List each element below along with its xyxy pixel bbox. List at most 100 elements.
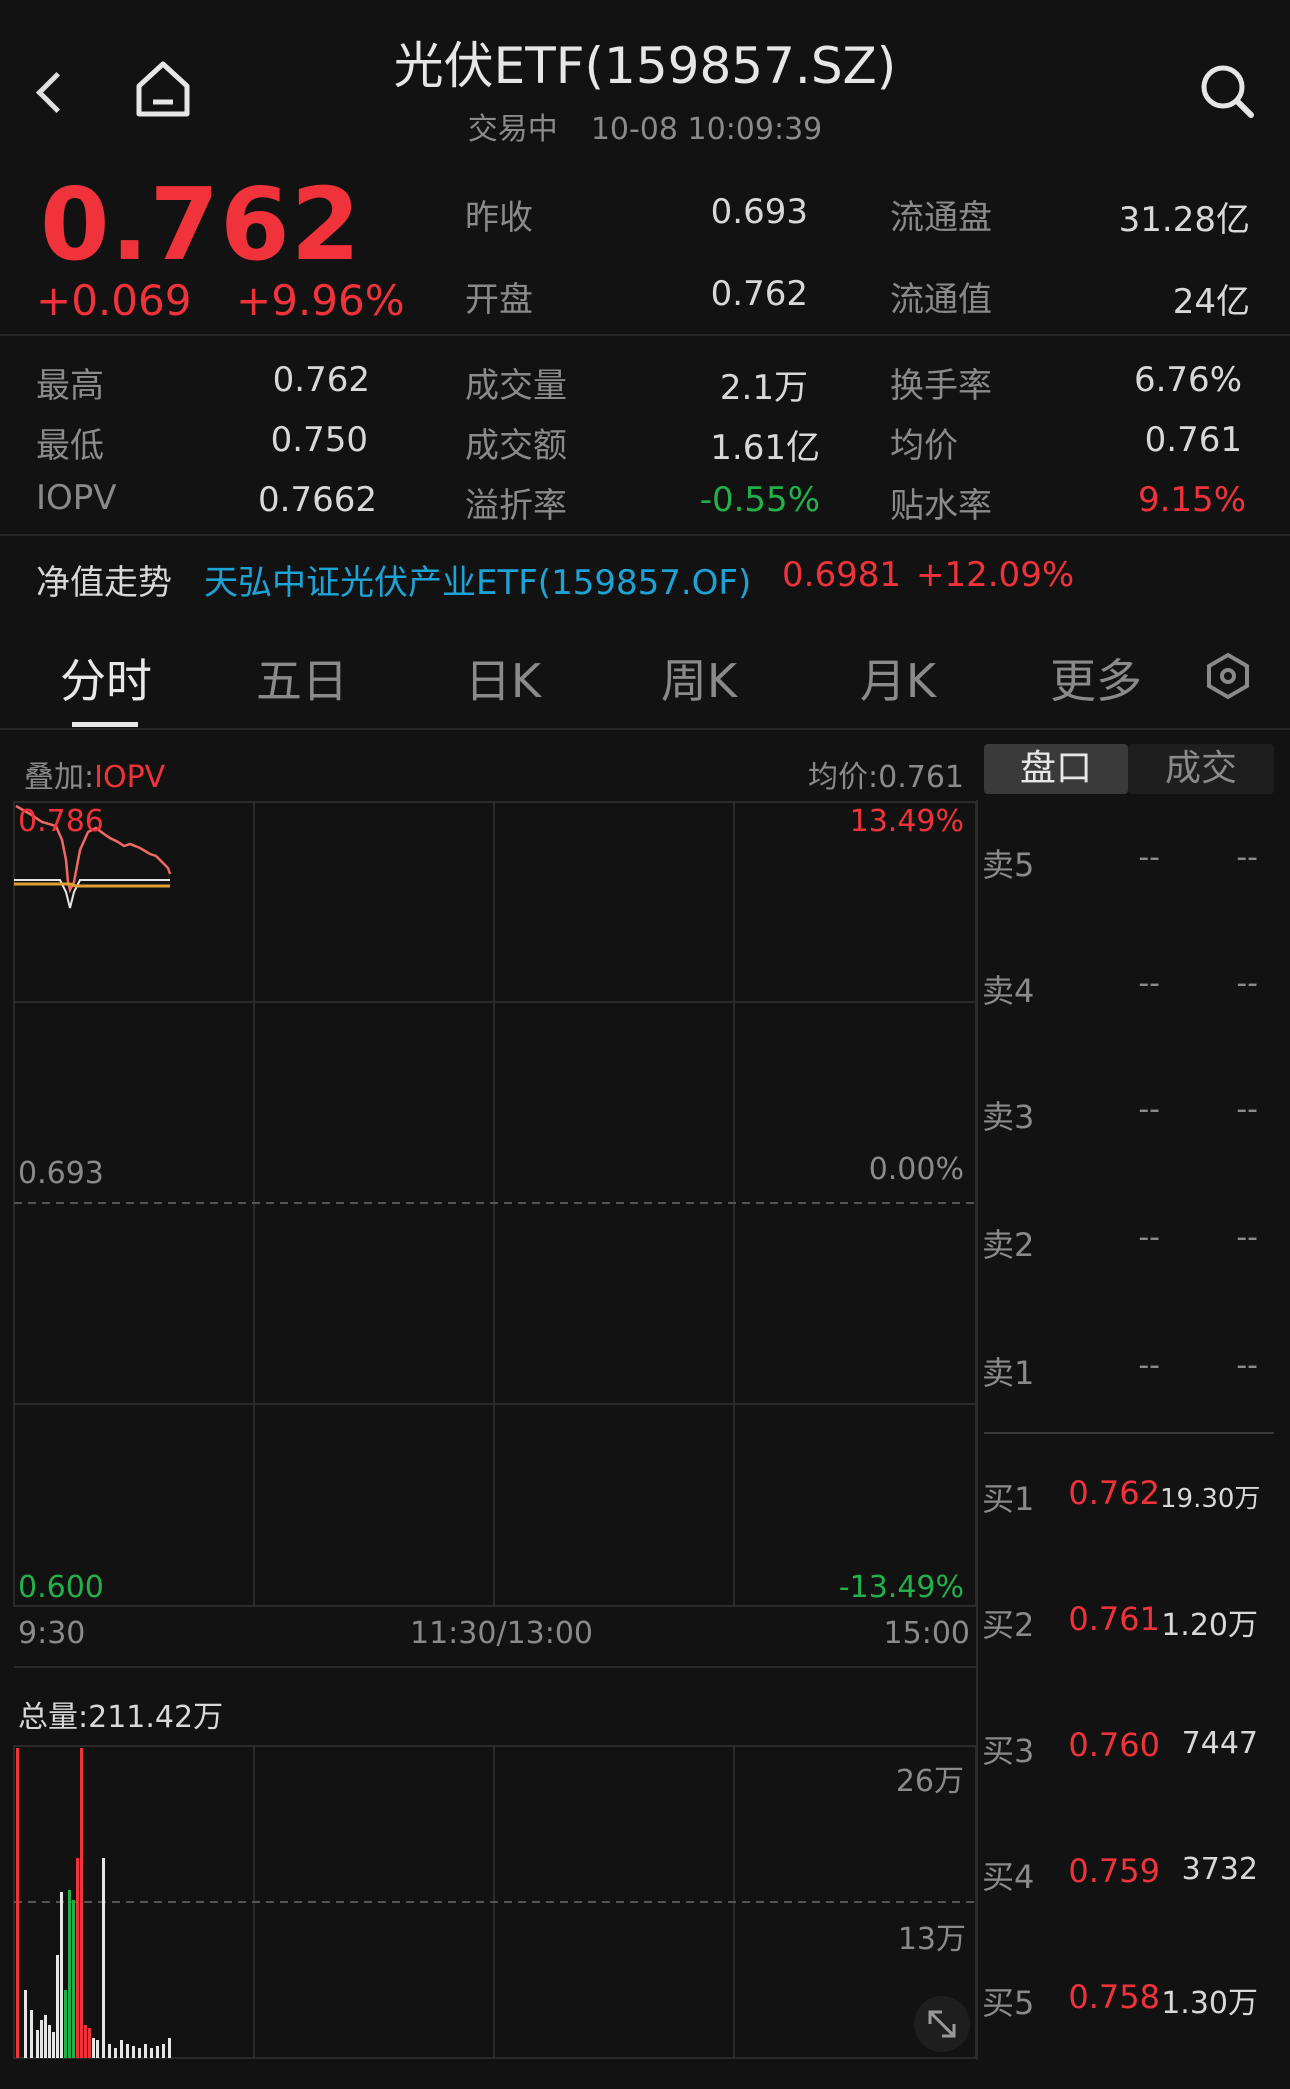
- nav-label: 净值走势: [36, 563, 172, 603]
- x-axis-start-label: 9:30: [18, 1616, 86, 1651]
- buy-level-volume: 19.30万: [1160, 1484, 1261, 1514]
- buy-level-price: 0.762: [1068, 1474, 1160, 1512]
- page-title: 光伏ETF(159857.SZ): [393, 37, 897, 95]
- iopv-value: 0.7662: [258, 480, 377, 520]
- volume-bar: [52, 2032, 55, 2058]
- orderbook-separator: [984, 1432, 1274, 1434]
- orderbook-divider: [976, 800, 978, 2060]
- volume-bar: [126, 2044, 129, 2058]
- sell-level-volume: --: [1236, 1348, 1258, 1383]
- volume-bar: [108, 2044, 111, 2058]
- price-change-pct: +9.96%: [236, 276, 405, 325]
- volume-bar: [84, 2025, 87, 2058]
- sell-level-price: --: [1138, 1348, 1160, 1383]
- sell-level-label: 卖1: [982, 1354, 1035, 1392]
- trading-status: 交易中 10-08 10:09:39: [0, 104, 1290, 148]
- buy-level-volume: 1.30万: [1161, 1986, 1258, 2021]
- status-text: 交易中: [467, 112, 558, 147]
- buy-level-5: 买5 0.758 1.30万: [980, 1978, 1280, 2022]
- y-axis-top-label: 0.786: [18, 804, 104, 839]
- premium-label: 溢折率: [465, 486, 567, 526]
- volume-bar: [64, 1990, 67, 2058]
- sell-level-price: --: [1138, 840, 1160, 875]
- divider: [0, 334, 1290, 336]
- tab-trades[interactable]: 成交: [1128, 744, 1274, 794]
- volume-bar: [24, 1990, 27, 2058]
- buy-level-price: 0.760: [1068, 1726, 1160, 1764]
- tab-orderbook-label: 盘口: [1019, 748, 1092, 789]
- premium-value: -0.55%: [699, 480, 820, 520]
- overlay-value: IOPV: [94, 760, 166, 795]
- nav-trend-row[interactable]: 净值走势 天弘中证光伏产业ETF(159857.OF) 0.6981 +12.0…: [0, 545, 1290, 607]
- volume-bar: [132, 2046, 135, 2058]
- buy-level-volume: 1.20万: [1161, 1608, 1258, 1643]
- sell-level-volume: --: [1236, 1092, 1258, 1127]
- sell-level-1: 卖1 -- --: [980, 1348, 1280, 1392]
- sell-level-label: 卖3: [982, 1098, 1035, 1136]
- volume-axis-mid-label: 13万: [897, 1922, 966, 1957]
- tab-daily-k[interactable]: 日K: [423, 645, 583, 711]
- overlay-indicator[interactable]: 叠加:IOPV: [24, 752, 165, 796]
- buy-level-volume: 3732: [1181, 1852, 1258, 1887]
- volume-bar: [92, 2038, 95, 2058]
- expand-chart-button[interactable]: [914, 1996, 970, 2052]
- x-axis-end-label: 15:00: [883, 1616, 970, 1651]
- tab-five-day[interactable]: 五日: [222, 645, 382, 711]
- float-value-value: 24亿: [1172, 282, 1250, 322]
- volume-bar: [102, 1858, 105, 2058]
- tab-more[interactable]: 更多: [1016, 645, 1176, 711]
- price-change: +0.069: [36, 276, 192, 325]
- nav-fund-name: 天弘中证光伏产业ETF(159857.OF): [204, 563, 752, 603]
- volume-bar: [60, 1892, 63, 2058]
- volume-bar: [80, 1748, 83, 2058]
- sell-level-label: 卖5: [982, 846, 1035, 884]
- volume-bar: [138, 2048, 141, 2058]
- divider: [0, 728, 1290, 730]
- pct-axis-mid-label: 0.00%: [868, 1152, 964, 1187]
- turnover-label: 换手率: [890, 366, 992, 406]
- y-axis-bottom-label: 0.600: [18, 1570, 104, 1605]
- intraday-price-chart[interactable]: [0, 800, 980, 2070]
- tab-monthly-k[interactable]: 月K: [818, 645, 978, 711]
- high-value: 0.762: [272, 360, 370, 400]
- float-shares-value: 31.28亿: [1118, 200, 1250, 240]
- current-price: 0.762: [40, 166, 362, 283]
- volume-bar: [68, 1890, 71, 2058]
- buy-level-3: 买3 0.760 7447: [980, 1726, 1280, 1770]
- buy-level-price: 0.761: [1068, 1600, 1160, 1638]
- avg-value: 0.761: [1144, 420, 1242, 460]
- volume-label: 成交量: [465, 366, 567, 406]
- tab-weekly-k[interactable]: 周K: [619, 645, 779, 711]
- tab-orderbook[interactable]: 盘口: [984, 744, 1128, 794]
- pct-axis-top-label: 13.49%: [849, 804, 964, 839]
- divider: [0, 534, 1290, 536]
- avg-label: 均价: [890, 426, 958, 466]
- buy-level-4: 买4 0.759 3732: [980, 1852, 1280, 1896]
- overlay-label: 叠加:: [24, 760, 95, 795]
- discount-value: 9.15%: [1137, 480, 1246, 520]
- status-datetime: 10-08 10:09:39: [590, 112, 823, 147]
- buy-level-2: 买2 0.761 1.20万: [980, 1600, 1280, 1644]
- chart-settings-button[interactable]: [1200, 648, 1256, 704]
- sell-level-volume: --: [1236, 840, 1258, 875]
- buy-level-price: 0.758: [1068, 1978, 1160, 2016]
- search-button[interactable]: [1194, 58, 1260, 124]
- volume-bar: [56, 1955, 59, 2058]
- chart-avg-price: 均价:0.761: [808, 760, 964, 795]
- sell-level-4: 卖4 -- --: [980, 966, 1280, 1010]
- amount-value: 1.61亿: [710, 428, 820, 468]
- volume-bar: [72, 1900, 75, 2058]
- buy-level-price: 0.759: [1068, 1852, 1160, 1890]
- volume-bar: [30, 2010, 33, 2058]
- volume-axis-top-label: 26万: [895, 1764, 964, 1799]
- buy-level-volume: 7447: [1181, 1726, 1258, 1761]
- discount-label: 贴水率: [890, 486, 992, 526]
- sell-level-label: 卖4: [982, 972, 1035, 1010]
- sell-level-volume: --: [1236, 966, 1258, 1001]
- amount-label: 成交额: [465, 426, 567, 466]
- tab-intraday[interactable]: 分时: [26, 645, 186, 711]
- volume-bar: [114, 2048, 117, 2058]
- volume-bar: [120, 2040, 123, 2058]
- buy-level-1: 买1 0.762 19.30万: [980, 1474, 1280, 1518]
- sell-level-price: --: [1138, 1092, 1160, 1127]
